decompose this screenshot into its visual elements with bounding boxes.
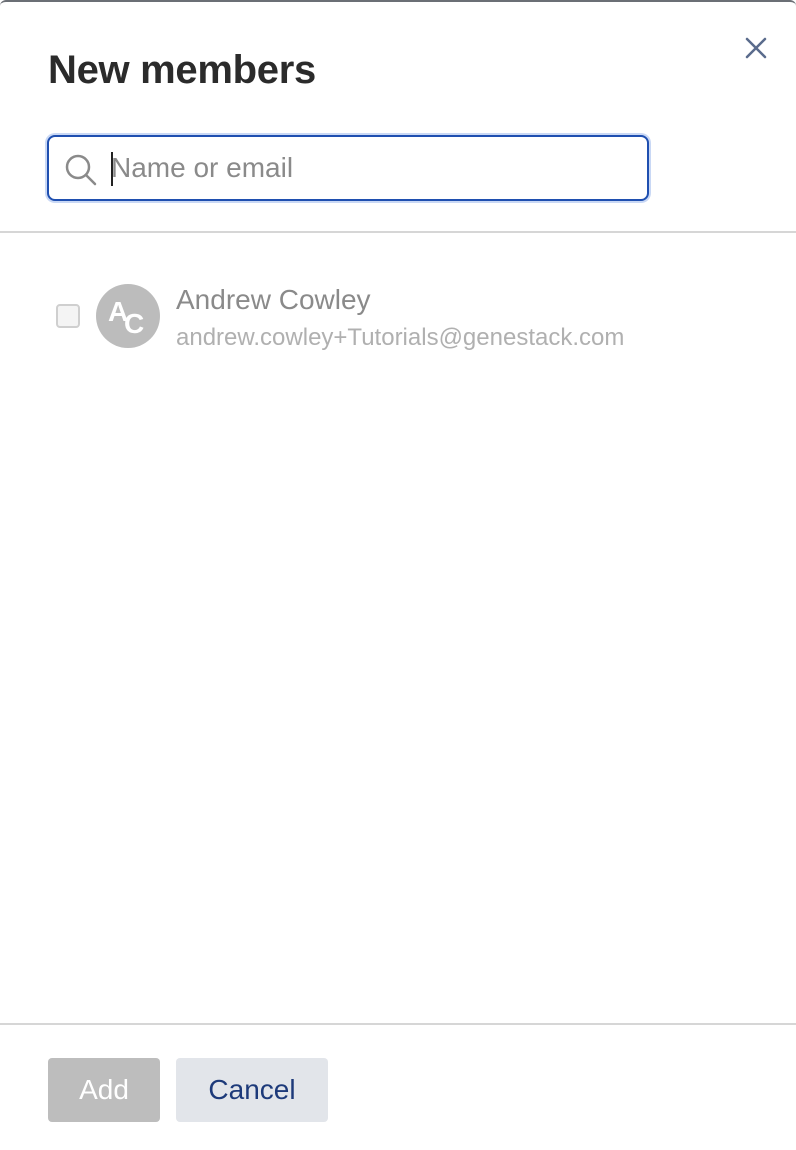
add-button[interactable]: Add [48, 1058, 160, 1122]
new-members-dialog: New members A C Andrew Cowley andrew.cow… [0, 0, 796, 1150]
dialog-title: New members [48, 48, 316, 92]
search-input[interactable] [111, 139, 631, 197]
close-icon [745, 37, 767, 59]
member-list: A C Andrew Cowley andrew.cowley+Tutorial… [0, 234, 796, 1023]
header-divider [0, 231, 796, 233]
member-name: Andrew Cowley [176, 284, 371, 315]
text-caret [111, 152, 113, 186]
avatar-initial: C [124, 308, 145, 339]
search-icon [65, 154, 97, 186]
member-email: andrew.cowley+Tutorials@genestack.com [176, 324, 625, 351]
footer-divider [0, 1023, 796, 1025]
search-field[interactable] [47, 135, 649, 201]
cancel-button[interactable]: Cancel [176, 1058, 328, 1122]
avatar: A C [96, 284, 160, 348]
close-button[interactable] [741, 33, 771, 63]
list-item[interactable]: A C Andrew Cowley andrew.cowley+Tutorial… [0, 284, 796, 354]
member-checkbox[interactable] [56, 304, 80, 328]
